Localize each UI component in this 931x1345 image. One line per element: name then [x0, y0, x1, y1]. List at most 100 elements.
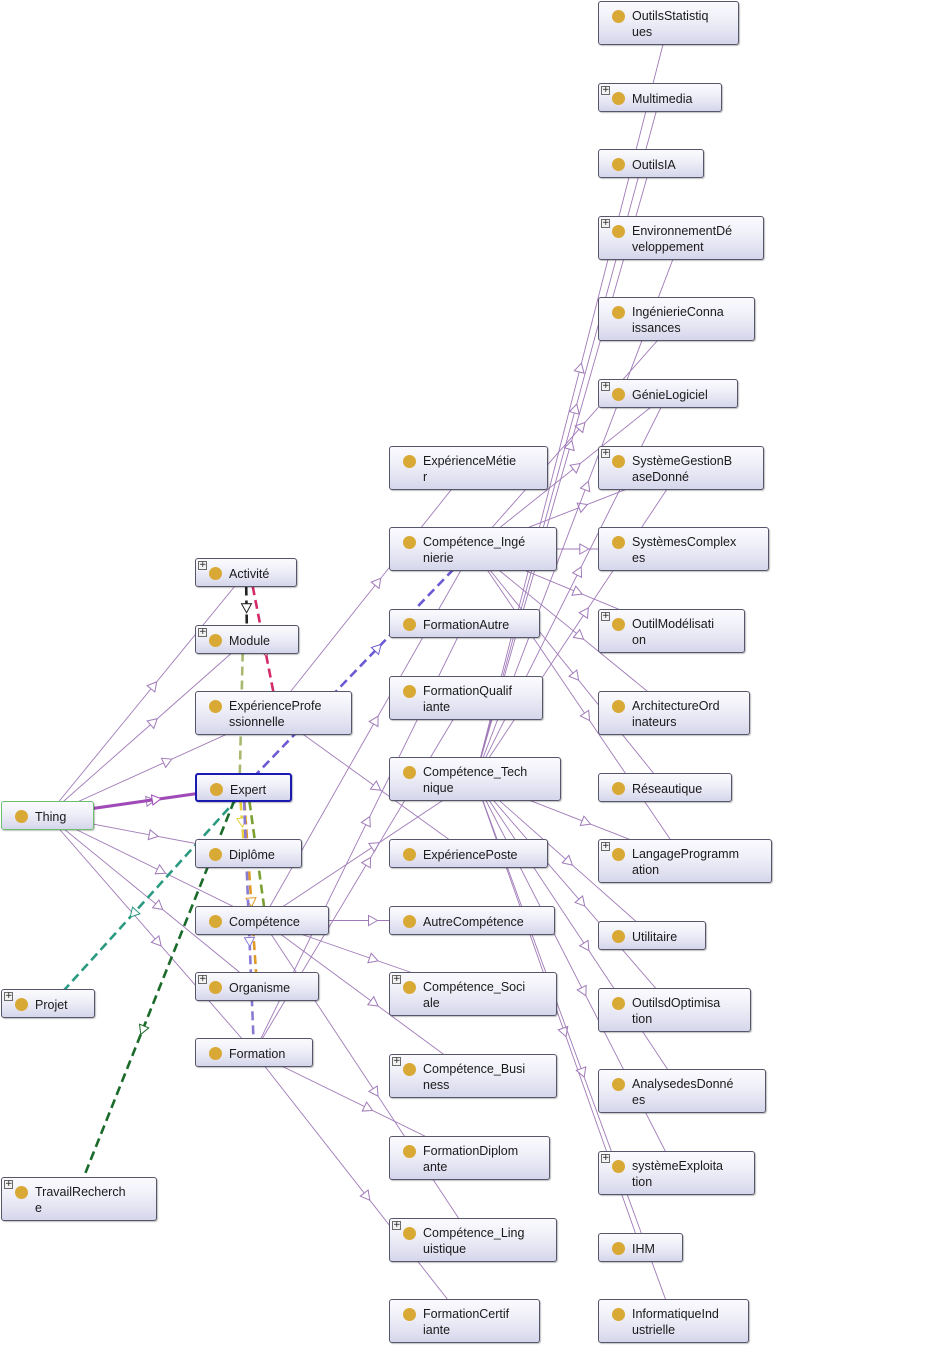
class-label: ExpérienceProfe ssionnelle: [229, 699, 322, 729]
class-node-formation-autre[interactable]: FormationAutre: [389, 609, 540, 638]
class-node-outilsd-optimisation[interactable]: OutilsdOptimisa tion: [598, 988, 751, 1032]
expand-icon[interactable]: +: [601, 612, 610, 621]
class-node-formation[interactable]: Formation: [195, 1038, 313, 1067]
class-icon: [209, 700, 222, 713]
class-label: InformatiqueInd ustrielle: [632, 1307, 719, 1337]
class-node-activite[interactable]: + Activité: [195, 558, 297, 587]
class-icon: [612, 536, 625, 549]
expand-icon[interactable]: +: [4, 992, 13, 1001]
class-label: Diplôme: [229, 847, 275, 862]
class-node-formation-certifiante[interactable]: FormationCertif iante: [389, 1299, 540, 1343]
class-label: FormationDiplom ante: [423, 1144, 519, 1174]
class-label: AnalysedesDonné es: [632, 1077, 734, 1107]
class-node-environnement-developpement[interactable]: + EnvironnementDé veloppement: [598, 216, 764, 260]
class-node-architecture-ordinateurs[interactable]: ArchitectureOrd inateurs: [598, 691, 750, 735]
class-node-competence-technique[interactable]: Compétence_Tech nique: [389, 757, 561, 801]
class-node-expert[interactable]: Expert: [195, 773, 292, 802]
class-node-informatique-industrielle[interactable]: InformatiqueInd ustrielle: [598, 1299, 749, 1343]
class-label: Compétence_Soci ale: [423, 980, 526, 1010]
class-icon: [403, 1063, 416, 1076]
expand-icon[interactable]: +: [601, 1154, 610, 1163]
class-node-competence-sociale[interactable]: + Compétence_Soci ale: [389, 972, 557, 1016]
class-node-reseautique[interactable]: Réseautique: [598, 773, 732, 802]
class-icon: [612, 10, 625, 23]
class-label: Réseautique: [632, 781, 703, 796]
expand-icon[interactable]: +: [601, 86, 610, 95]
expand-icon[interactable]: +: [198, 628, 207, 637]
class-label: systèmeExploita tion: [632, 1159, 724, 1189]
class-node-travail-recherche[interactable]: + TravailRecherch e: [1, 1177, 157, 1221]
class-icon: [15, 997, 28, 1011]
expand-icon[interactable]: +: [392, 1057, 401, 1066]
class-icon: [403, 1227, 416, 1240]
class-node-experience-professionnelle[interactable]: ExpérienceProfe ssionnelle: [195, 691, 352, 735]
class-label: Module: [229, 633, 270, 648]
class-label: Multimedia: [632, 91, 693, 106]
expand-icon[interactable]: +: [392, 1221, 401, 1230]
class-node-thing[interactable]: Thing: [1, 801, 94, 830]
class-icon: [612, 225, 625, 238]
class-label: OutilsStatistiq ues: [632, 9, 709, 39]
class-node-organisme[interactable]: + Organisme: [195, 972, 319, 1001]
class-node-outils-statistiques[interactable]: OutilsStatistiq ues: [598, 1, 739, 45]
expand-icon[interactable]: +: [198, 975, 207, 984]
class-icon: [403, 617, 416, 631]
class-icon: [403, 1145, 416, 1158]
class-node-outil-modelisation[interactable]: + OutilModélisati on: [598, 609, 745, 653]
class-label: IHM: [632, 1241, 655, 1256]
class-label: Compétence_Tech nique: [423, 765, 528, 795]
class-label: OutilModélisati on: [632, 617, 714, 647]
class-node-analysesdes-donnees[interactable]: AnalysedesDonné es: [598, 1069, 766, 1113]
class-node-autre-competence[interactable]: AutreCompétence: [389, 906, 555, 935]
class-icon: [209, 914, 222, 928]
class-icon: [612, 306, 625, 319]
class-label: Expert: [230, 782, 267, 797]
class-label: LangageProgramm ation: [632, 847, 740, 877]
class-node-outils-ia[interactable]: OutilsIA: [598, 149, 704, 178]
class-node-competence[interactable]: Compétence: [195, 906, 329, 935]
expand-icon[interactable]: +: [601, 842, 610, 851]
class-node-competence-linguistique[interactable]: + Compétence_Ling uistique: [389, 1218, 557, 1262]
class-node-ingenierie-connaissances[interactable]: IngénierieConna issances: [598, 297, 755, 341]
class-icon: [403, 455, 416, 468]
class-node-systeme-exploitation[interactable]: + systèmeExploita tion: [598, 1151, 755, 1195]
class-node-diplome[interactable]: Diplôme: [195, 839, 302, 868]
class-label: Activité: [229, 566, 270, 581]
class-node-projet[interactable]: + Projet: [1, 989, 95, 1018]
class-node-langage-programmation[interactable]: + LangageProgramm ation: [598, 839, 772, 883]
class-icon: [403, 1308, 416, 1321]
expand-icon[interactable]: +: [198, 561, 207, 570]
class-icon: [403, 981, 416, 994]
expand-icon[interactable]: +: [4, 1180, 13, 1189]
class-label: ExpériencePoste: [423, 847, 518, 862]
class-icon: [403, 685, 416, 698]
class-node-multimedia[interactable]: + Multimedia: [598, 83, 722, 112]
class-label: SystèmeGestionB aseDonné: [632, 454, 733, 484]
class-label: ExpérienceMétie r: [423, 454, 517, 484]
class-icon: [403, 536, 416, 549]
class-label: ArchitectureOrd inateurs: [632, 699, 720, 729]
class-label: Thing: [35, 809, 67, 824]
expand-icon[interactable]: +: [601, 219, 610, 228]
expand-icon[interactable]: +: [601, 449, 610, 458]
class-node-experience-metier[interactable]: ExpérienceMétie r: [389, 446, 548, 490]
class-node-utilitaire[interactable]: Utilitaire: [598, 921, 706, 950]
class-node-formation-qualifiante[interactable]: FormationQualif iante: [389, 676, 543, 720]
class-node-competence-ingenierie[interactable]: Compétence_Ingé nierie: [389, 527, 557, 571]
class-icon: [403, 914, 416, 928]
class-node-ihm[interactable]: IHM: [598, 1233, 683, 1262]
expand-icon[interactable]: +: [392, 975, 401, 984]
class-icon: [612, 848, 625, 861]
class-icon: [612, 1160, 625, 1173]
class-node-experience-poste[interactable]: ExpériencePoste: [389, 839, 548, 868]
class-node-formation-diplomante[interactable]: FormationDiplom ante: [389, 1136, 550, 1180]
class-node-competence-business[interactable]: + Compétence_Busi ness: [389, 1054, 557, 1098]
expand-icon[interactable]: +: [601, 382, 610, 391]
class-icon: [612, 387, 625, 401]
class-label: AutreCompétence: [423, 914, 524, 929]
class-icon: [612, 1241, 625, 1255]
class-node-systemes-complexes[interactable]: SystèmesComplex es: [598, 527, 769, 571]
class-node-systeme-gestion-base-donne[interactable]: + SystèmeGestionB aseDonné: [598, 446, 764, 490]
class-node-module[interactable]: + Module: [195, 625, 299, 654]
class-node-genie-logiciel[interactable]: + GénieLogiciel: [598, 379, 738, 408]
